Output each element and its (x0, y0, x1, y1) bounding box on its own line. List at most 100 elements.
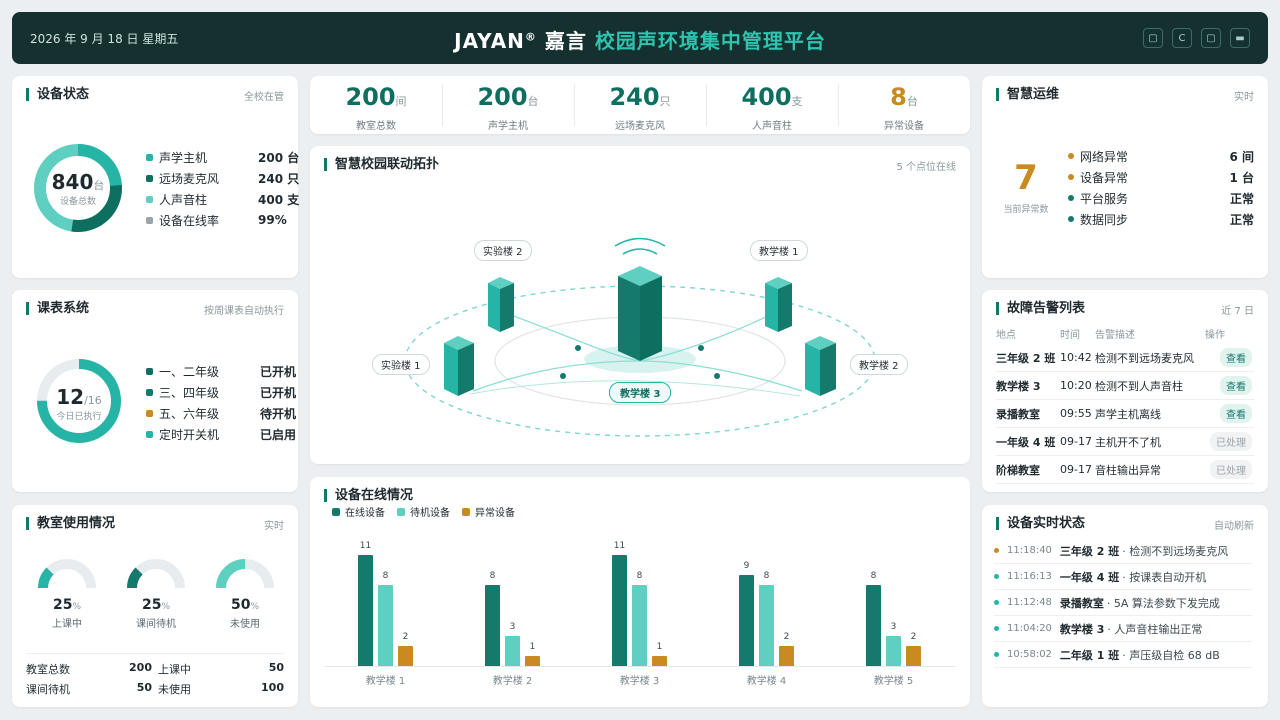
bar-standby[interactable] (632, 585, 647, 666)
page-title: JAYAN® 嘉言 校园声环境集中管理平台 (12, 25, 1268, 54)
bar-online[interactable] (358, 555, 373, 666)
legend-value: 240 只 (258, 171, 300, 186)
kpi-number: 200 (345, 83, 396, 111)
bar-data-label: 3 (509, 621, 516, 632)
kpi-value: 240只 (574, 84, 706, 115)
card-meta: 全校在管 (244, 92, 284, 103)
done-value: 12 (56, 385, 85, 409)
handled-badge: 已处理 (1210, 432, 1252, 451)
legend-swatch (146, 153, 153, 161)
x-tick-label: 教学楼 3 (619, 676, 660, 687)
bar-online[interactable] (739, 575, 754, 666)
display-icon[interactable]: ▬ (1230, 28, 1250, 48)
ops-label: 平台服务 (1080, 191, 1129, 206)
kpi-label: 人声音柱 (752, 121, 792, 132)
kpi-unit: 台 (527, 95, 539, 108)
bar-abnormal[interactable] (779, 645, 794, 666)
ops-row: 网络异常 6 间 (1068, 146, 1254, 166)
kpi-label: 教室总数 (356, 121, 396, 132)
view-button[interactable]: 查看 (1220, 376, 1252, 395)
event-dot (994, 574, 999, 579)
kpi-label: 声学主机 (488, 121, 528, 132)
bar-data-label: 8 (763, 571, 770, 582)
event-source: 教学楼 3 (1059, 622, 1105, 636)
kpi-unit: 只 (659, 95, 671, 108)
bar-online[interactable] (485, 585, 500, 666)
kpi-value: 400支 (706, 84, 838, 115)
event-row: 11:16:13 一年级 4 班 · 按课表自动开机 (994, 564, 1252, 590)
node-label-teach-2[interactable]: 教学楼 2 (850, 354, 908, 375)
ops-label: 数据同步 (1080, 212, 1129, 227)
kpi-item: 400支人声音柱 (706, 76, 838, 134)
gauge-unit: % (161, 602, 171, 612)
view-button[interactable]: 查看 (1220, 404, 1252, 423)
bar-chart: 11 8 2 教学楼 1 8 3 1 教学楼 2 11 8 1 教学楼 3 9 8 2 教学楼 4 8 3 2 教学楼… (310, 477, 970, 707)
bar-standby[interactable] (505, 635, 520, 666)
top-header: 2026 年 9 月 18 日 星期五 JAYAN® 嘉言 校园声环境集中管理平… (12, 12, 1268, 64)
alarm-list-card: 故障告警列表 近 7 日 地点 时间 告警描述 操作 三年级 2 班 10:42 检测不到… (982, 290, 1268, 492)
kpi-item: 200台声学主机 (442, 76, 574, 134)
event-dot (994, 548, 999, 553)
alarm-row: 录播教室 09:55 声学主机离线 查看 (996, 400, 1254, 428)
event-time: 10:58:02 (1007, 649, 1052, 660)
alarm-location: 阶梯教室 (996, 463, 1040, 477)
legend-value: 400 支 (258, 192, 300, 207)
node-label-lab-2[interactable]: 实验楼 2 (474, 240, 532, 261)
usage-gauge: 25% 上课中 (36, 553, 98, 633)
classroom-usage-card: 教室使用情况 实时 25% 上课中 25% 课间待机 50% 未使用 教室总数 200 上课中… (12, 505, 298, 707)
alarm-row: 阶梯教室 09-17 音柱输出异常 已处理 (996, 456, 1254, 484)
x-tick-label: 教学楼 4 (746, 676, 787, 687)
legend-swatch (146, 409, 153, 417)
usage-gauge: 25% 课间待机 (125, 553, 187, 633)
gauge-label: 上课中 (52, 619, 82, 630)
kpi-divider (706, 84, 707, 126)
alarm-row: 三年级 2 班 10:42 检测不到远场麦克风 查看 (996, 344, 1254, 372)
node-label-center[interactable]: 教学楼 3 (609, 382, 672, 403)
bar-online[interactable] (866, 585, 881, 666)
bar-data-label: 8 (489, 571, 496, 582)
event-message: · 按课表自动开机 (1122, 570, 1207, 584)
event-row: 11:04:20 教学楼 3 · 人声音柱输出正常 (994, 616, 1252, 642)
bar-data-label: 8 (870, 571, 877, 582)
alarm-desc: 音柱输出异常 (1095, 463, 1161, 477)
kpi-value: 200台 (442, 84, 574, 115)
legend-label: 设备在线率 (159, 213, 220, 228)
bar-abnormal[interactable] (398, 645, 413, 666)
legend-label: 定时开关机 (159, 427, 220, 442)
square-icon[interactable]: ▢ (1143, 28, 1163, 48)
gauge-value: 25% (36, 597, 98, 613)
node-label-teach-1[interactable]: 教学楼 1 (750, 240, 808, 261)
bar-standby[interactable] (759, 585, 774, 666)
bar-data-label: 8 (382, 571, 389, 582)
gauge-arc (216, 559, 274, 589)
usage-gauge: 50% 未使用 (214, 553, 276, 633)
kpi-divider (442, 84, 443, 126)
legend-label: 人声音柱 (159, 192, 208, 207)
node-label-lab-1[interactable]: 实验楼 1 (372, 354, 430, 375)
view-button[interactable]: 查看 (1220, 348, 1252, 367)
x-tick-label: 教学楼 2 (492, 676, 533, 687)
ops-value: 1 台 (1229, 170, 1254, 185)
bar-data-label: 11 (359, 541, 372, 551)
refresh-icon[interactable]: C (1172, 28, 1192, 48)
total-label: 设备总数 (59, 197, 96, 207)
legend-row: 人声音柱 400 支 (146, 189, 318, 209)
event-row: 10:58:02 二年级 1 班 · 声压级自检 68 dB (994, 642, 1252, 668)
bar-abnormal[interactable] (652, 655, 667, 666)
bar-abnormal[interactable] (525, 655, 540, 666)
schedule-card: 课表系统 按周课表自动执行 12/16 今日已执行 一、二年级 已开机 三、四年级已… (12, 290, 298, 492)
total-unit: 台 (93, 179, 105, 192)
legend-swatch (146, 388, 153, 396)
bar-standby[interactable] (886, 635, 901, 666)
window-icon[interactable]: ▢ (1201, 28, 1221, 48)
bar-online[interactable] (612, 555, 627, 666)
header-toolbar: ▢ C ▢ ▬ (1143, 28, 1250, 48)
column-header: 地点 (996, 330, 1016, 341)
card-meta: 实时 (264, 521, 284, 532)
bar-data-label: 1 (656, 641, 663, 652)
bar-abnormal[interactable] (906, 645, 921, 666)
alarm-desc: 检测不到远场麦克风 (1095, 351, 1194, 365)
bar-data-label: 2 (402, 631, 409, 642)
bar-standby[interactable] (378, 585, 393, 666)
status-dot (1068, 195, 1074, 201)
